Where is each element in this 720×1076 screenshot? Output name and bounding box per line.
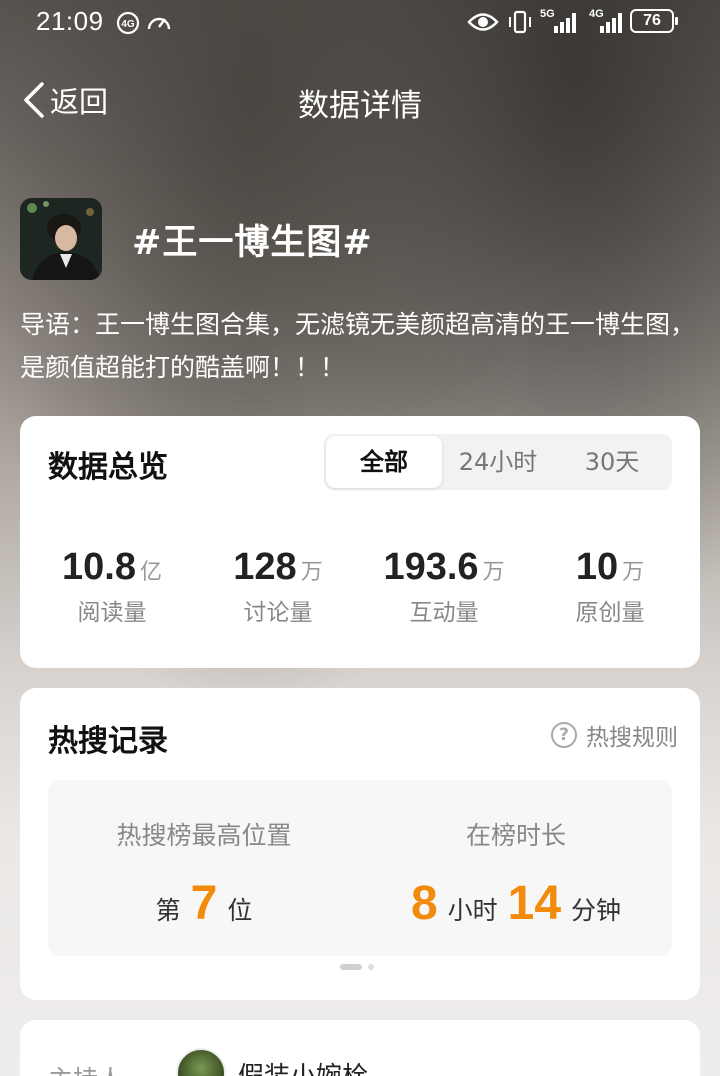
topic-avatar-image [20, 198, 102, 280]
page-dot-active [340, 964, 362, 970]
duration-on-list: 在榜时长 8 小时 14 分钟 [360, 816, 672, 931]
host-card: 主持人 假装小婉栓 [20, 1020, 700, 1076]
stat-value: 10.8 [62, 546, 136, 588]
tab-24h[interactable]: 24小时 [440, 434, 556, 490]
hot-search-card: 热搜记录 ? 热搜规则 热搜榜最高位置 第 7 位 在榜时长 8 小时 14 分… [20, 688, 700, 1000]
eye-icon [467, 13, 499, 31]
data-overview-card: 数据总览 全部 24小时 30天 10.8 亿 阅读量 128 万 讨论量 193.… [20, 416, 700, 668]
signal-icon [554, 13, 576, 33]
peak-value: 7 [190, 877, 218, 930]
stat-interactions: 193.6 万 互动量 [364, 546, 524, 627]
speedometer-icon [147, 17, 171, 30]
data-overview-title: 数据总览 [48, 450, 168, 485]
host-label: 主持人 [48, 1060, 123, 1076]
nav-bar: 返回 数据详情 [0, 70, 720, 130]
hours-unit: 小时 [447, 896, 498, 925]
topic-title: #王一博生图# [132, 223, 373, 263]
stat-value: 128 [233, 546, 297, 588]
help-icon: ? [551, 722, 577, 748]
signal-icon [600, 13, 622, 33]
hot-search-title: 热搜记录 [48, 724, 168, 759]
stat-originals: 10 万 原创量 [530, 546, 690, 627]
tab-30d[interactable]: 30天 [554, 434, 670, 490]
minutes-unit: 分钟 [571, 896, 622, 925]
stat-label: 讨论量 [243, 600, 313, 626]
peak-prefix: 第 [155, 896, 181, 925]
hot-search-rules-label: 热搜规则 [586, 725, 678, 751]
tab-all[interactable]: 全部 [326, 436, 442, 488]
hot-search-rules-link[interactable]: ? 热搜规则 [551, 718, 678, 752]
vibrate-icon [509, 10, 531, 34]
stat-discussions: 128 万 讨论量 [198, 546, 358, 627]
time-range-tabs: 全部 24小时 30天 [324, 434, 672, 490]
peak-position-label: 热搜榜最高位置 [116, 821, 292, 850]
page-dot [368, 964, 374, 970]
peak-suffix: 位 [227, 896, 253, 925]
battery-icon: 76 [630, 9, 678, 33]
stat-unit: 万 [482, 560, 505, 585]
stat-label: 原创量 [575, 600, 645, 626]
duration-minutes: 14 [507, 877, 562, 930]
stat-value: 193.6 [383, 546, 479, 588]
stat-unit: 万 [622, 560, 645, 585]
hd-icon: 4G [116, 11, 140, 35]
stat-label: 互动量 [409, 600, 479, 626]
stat-value: 10 [575, 546, 619, 588]
peak-position: 热搜榜最高位置 第 7 位 [48, 816, 360, 931]
duration-label: 在榜时长 [465, 821, 566, 850]
status-bar: 21:09 4G 5G 4G 76 [0, 0, 720, 46]
page-indicator [340, 964, 374, 970]
stat-unit: 亿 [139, 560, 162, 585]
host-name[interactable]: 假装小婉栓 [238, 1056, 368, 1076]
stat-label: 阅读量 [77, 600, 147, 626]
page-title: 数据详情 [298, 88, 422, 124]
duration-hours: 8 [410, 877, 438, 930]
stat-reads: 10.8 亿 阅读量 [32, 546, 192, 627]
hot-search-summary: 热搜榜最高位置 第 7 位 在榜时长 8 小时 14 分钟 [48, 780, 672, 956]
stat-unit: 万 [300, 560, 323, 585]
status-time: 21:09 [36, 6, 104, 36]
topic-avatar [20, 198, 102, 280]
svg-text:4G: 4G [121, 19, 135, 30]
topic-intro: 导语：王一博生图合集，无滤镜无美颜超高清的王一博生图，是颜值超能打的酷盖啊！！！ [20, 310, 696, 382]
host-avatar[interactable] [176, 1048, 226, 1076]
